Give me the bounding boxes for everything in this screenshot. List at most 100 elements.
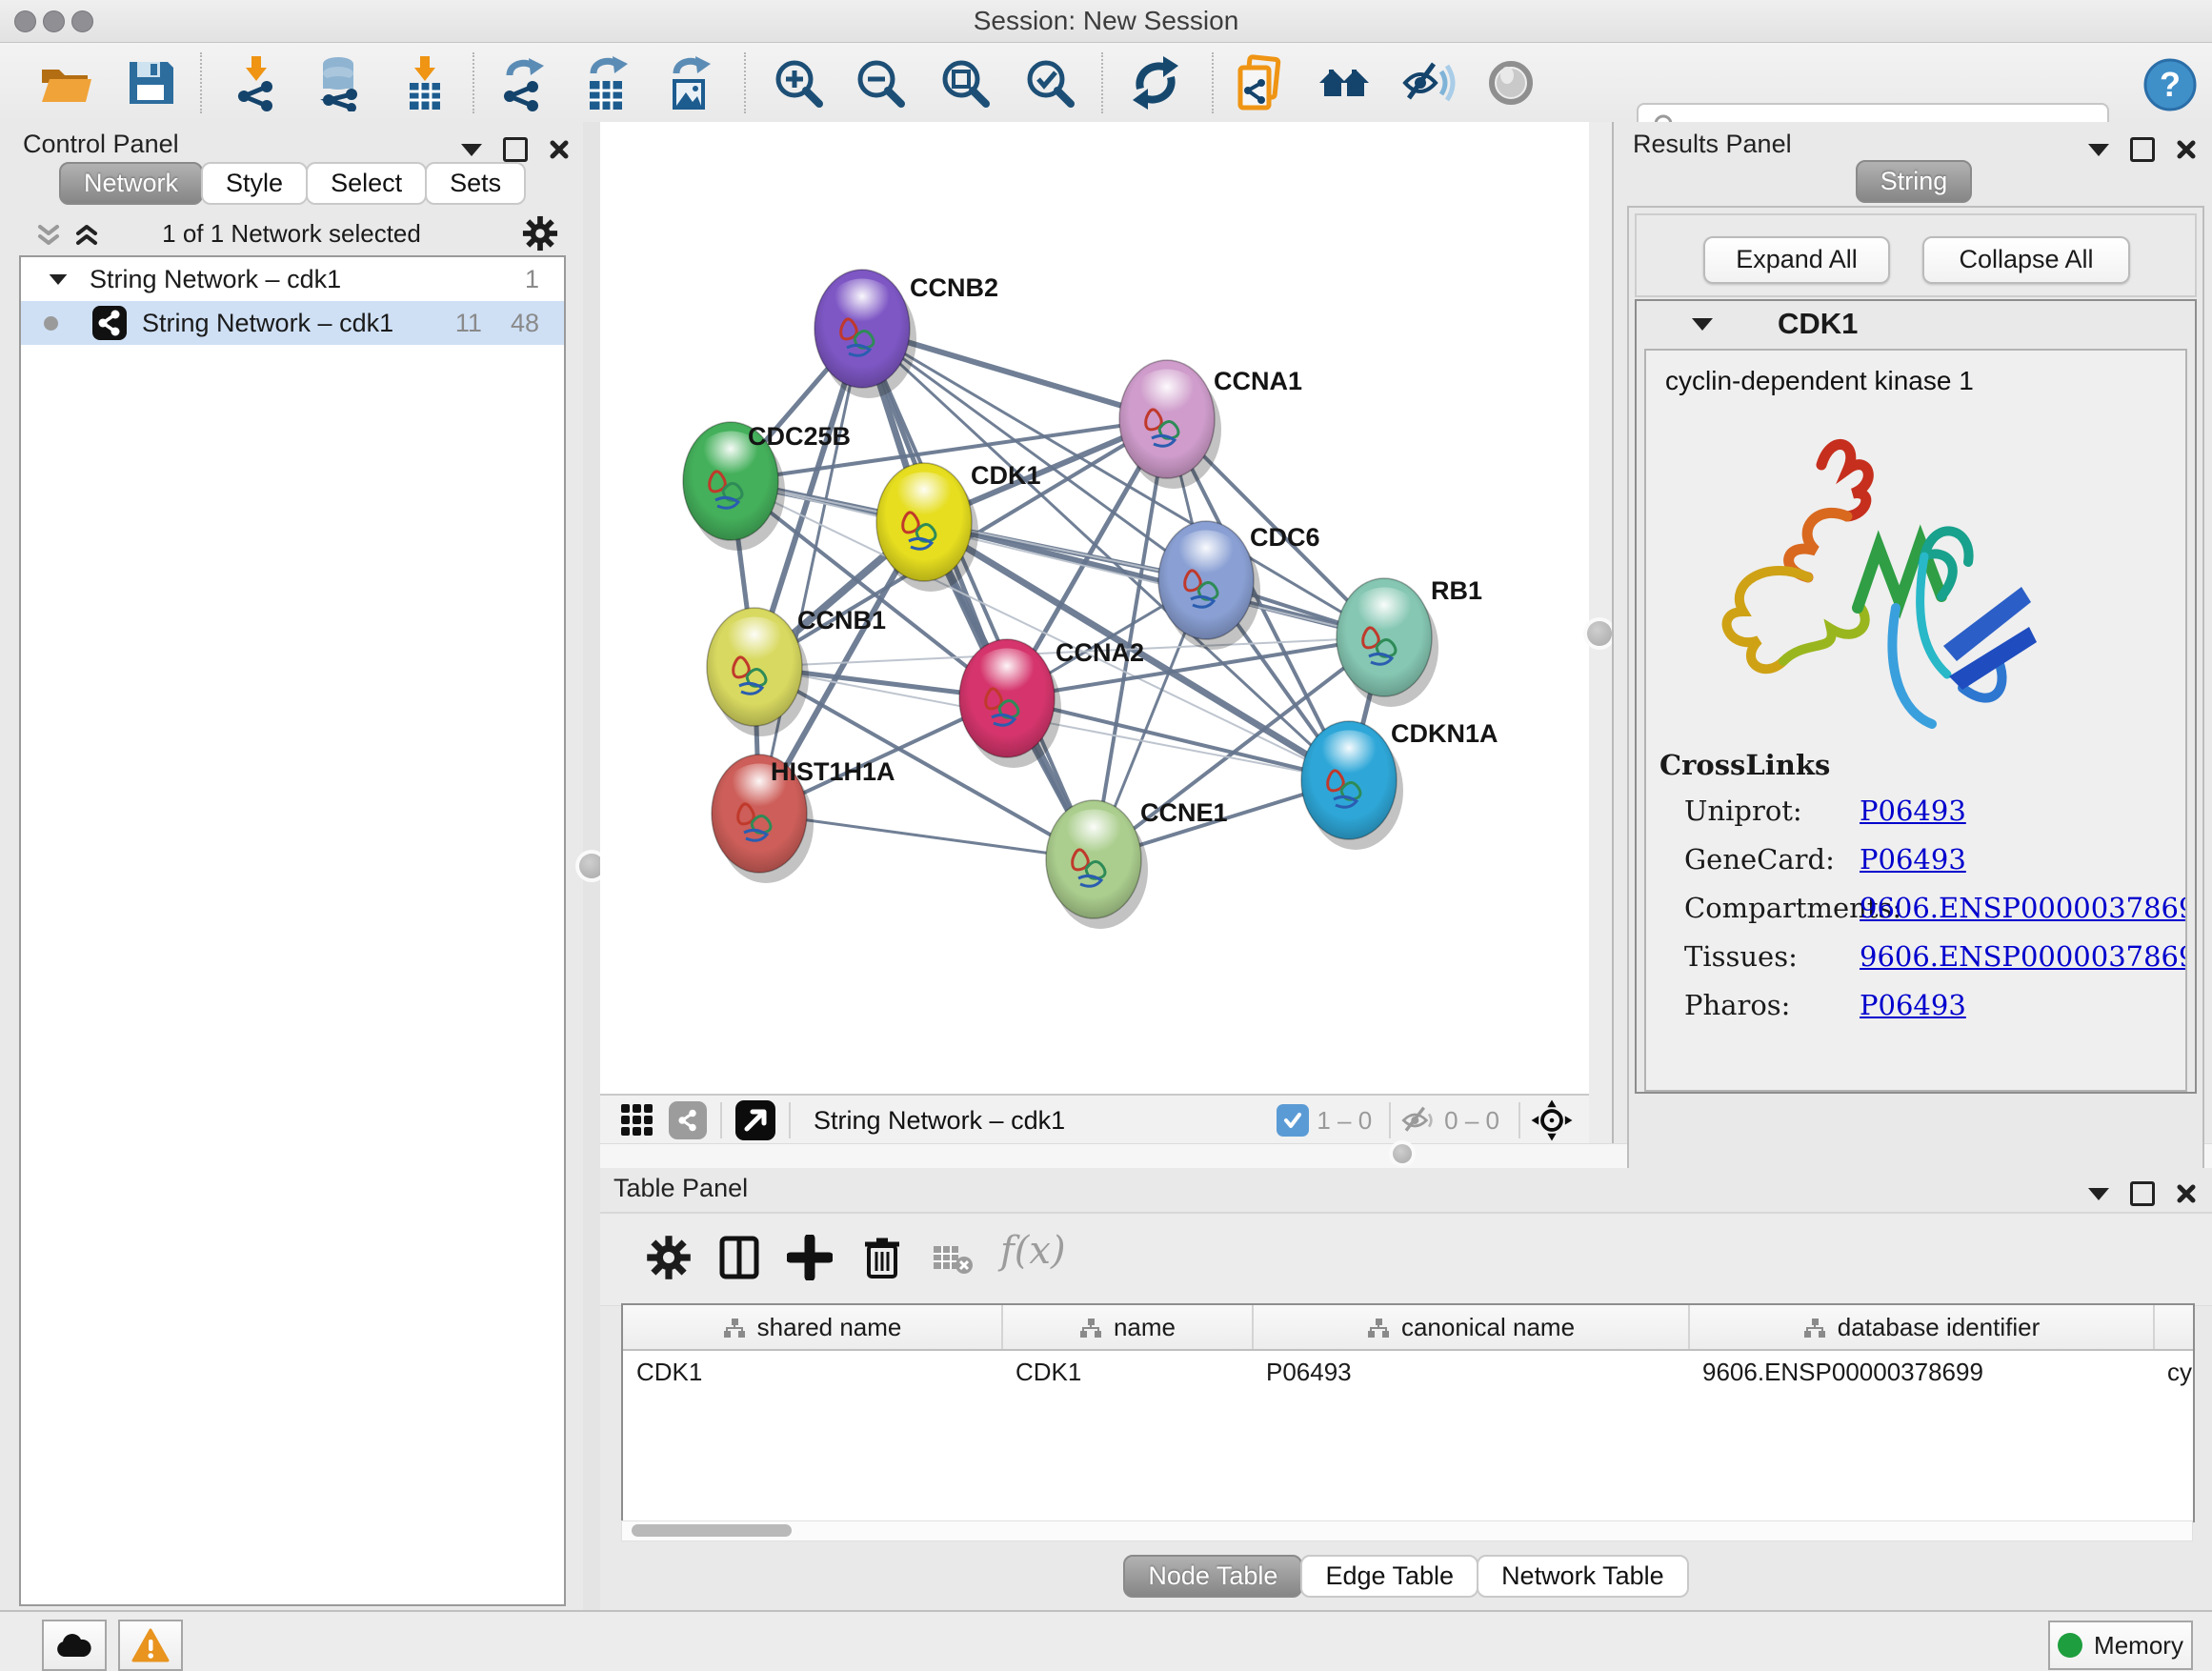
vertical-splitter-left[interactable] <box>583 122 600 1610</box>
tab-edge-table[interactable]: Edge Table <box>1300 1555 1478 1598</box>
export-image-icon[interactable] <box>661 54 718 111</box>
table-cell[interactable]: 9606.ENSP00000378699 <box>1689 1350 2154 1393</box>
tab-network-table[interactable]: Network Table <box>1477 1555 1689 1598</box>
panel-menu-icon[interactable] <box>2088 1188 2109 1200</box>
delete-column-icon[interactable] <box>859 1235 905 1280</box>
tissues-link[interactable]: 9606.ENSP00000378699 <box>1860 940 2187 973</box>
network-edge[interactable] <box>862 329 1094 859</box>
vertical-splitter-right[interactable] <box>1589 122 1612 1143</box>
save-session-icon[interactable] <box>122 54 179 111</box>
network-row-label: String Network – cdk1 <box>142 309 393 338</box>
panel-close-icon[interactable] <box>2176 1183 2197 1204</box>
zoom-selected-icon[interactable] <box>1021 54 1078 111</box>
network-node-CCNA2[interactable] <box>959 639 1061 768</box>
selected-checkbox-icon[interactable] <box>1277 1104 1309 1137</box>
preview-sphere-icon[interactable] <box>1482 54 1539 111</box>
export-table-icon[interactable] <box>578 54 635 111</box>
delete-table-icon[interactable] <box>932 1242 974 1277</box>
network-row[interactable]: String Network – cdk1 11 48 <box>21 301 564 345</box>
column-header-description[interactable]: description <box>2154 1305 2195 1350</box>
create-column-icon[interactable] <box>787 1235 833 1280</box>
hide-unhide-icon[interactable] <box>1399 54 1457 111</box>
collapse-all-button[interactable]: Collapse All <box>1922 236 2130 284</box>
gene-results-box: CDK1 cyclin-dependent kinase 1 <box>1635 299 2197 1094</box>
table-cell[interactable]: cyclin-dependent ... <box>2154 1350 2195 1393</box>
network-node-CCNA1[interactable] <box>1119 360 1221 489</box>
tree-expander-icon[interactable] <box>50 273 68 284</box>
tab-node-table[interactable]: Node Table <box>1123 1555 1302 1598</box>
cloud-status-button[interactable] <box>42 1620 107 1671</box>
network-node-CDKN1A[interactable] <box>1301 721 1403 850</box>
network-node-RB1[interactable] <box>1337 578 1438 707</box>
splitter-thumb[interactable] <box>1587 621 1612 646</box>
uniprot-link[interactable]: P06493 <box>1860 795 1966 827</box>
toolbar-separator <box>744 52 746 113</box>
zoom-in-icon[interactable] <box>770 54 827 111</box>
column-header-name[interactable]: name <box>1002 1305 1253 1350</box>
pharos-link[interactable]: P06493 <box>1860 989 1966 1021</box>
warnings-button[interactable] <box>118 1620 183 1671</box>
string-home-icon[interactable] <box>1316 54 1373 111</box>
panel-close-icon[interactable] <box>2176 139 2197 160</box>
compartments-link[interactable]: 9606.ENSP00000378699 <box>1860 892 2187 924</box>
expand-all-button[interactable]: Expand All <box>1703 236 1890 284</box>
panel-menu-icon[interactable] <box>461 144 482 156</box>
panel-float-icon[interactable] <box>2130 1181 2155 1206</box>
scrollbar-thumb[interactable] <box>632 1524 792 1537</box>
hidden-eye-icon[interactable] <box>1398 1101 1437 1139</box>
gene-details: cyclin-dependent kinase 1 <box>1644 349 2187 1092</box>
table-horizontal-scrollbar[interactable] <box>621 1520 2193 1541</box>
network-canvas[interactable]: CCNB2CCNA1CDC25BCDK1CDC6RB1CCNB1CCNA2CDK… <box>600 122 1589 1094</box>
network-node-CCNB2[interactable] <box>814 270 916 398</box>
splitter-thumb[interactable] <box>1393 1144 1412 1163</box>
gene-header-row[interactable]: CDK1 <box>1637 301 2195 347</box>
apply-layout-icon[interactable] <box>1127 54 1184 111</box>
window-title: Session: New Session <box>0 6 2212 36</box>
network-state-dot-icon <box>44 316 58 331</box>
panel-float-icon[interactable] <box>2130 137 2155 162</box>
network-node-CCNE1[interactable] <box>1046 800 1148 929</box>
gene-expander-icon[interactable] <box>1692 318 1713 331</box>
show-columns-icon[interactable] <box>716 1235 762 1280</box>
column-header-shared-name[interactable]: shared name <box>623 1305 1002 1350</box>
network-share-view-icon[interactable] <box>669 1101 707 1139</box>
tab-select[interactable]: Select <box>306 162 427 205</box>
network-node-CDC6[interactable] <box>1158 521 1260 650</box>
table-cell[interactable]: P06493 <box>1253 1350 1689 1393</box>
memory-button[interactable]: Memory <box>2048 1621 2193 1670</box>
fit-content-crosshair-icon[interactable] <box>1530 1098 1574 1142</box>
tab-string[interactable]: String <box>1856 160 1973 203</box>
tab-sets[interactable]: Sets <box>425 162 526 205</box>
import-network-database-icon[interactable] <box>310 54 367 111</box>
network-node-CCNB1[interactable] <box>707 608 809 736</box>
clone-network-icon[interactable] <box>1231 54 1288 111</box>
panel-menu-icon[interactable] <box>2088 144 2109 156</box>
open-session-icon[interactable] <box>36 54 93 111</box>
export-network-icon[interactable] <box>496 54 553 111</box>
network-collection-row[interactable]: String Network – cdk1 1 <box>21 257 564 301</box>
column-header-canonical-name[interactable]: canonical name <box>1253 1305 1689 1350</box>
cytoscape-window: Session: New Session <box>0 0 2212 1671</box>
import-network-file-icon[interactable] <box>229 54 286 111</box>
show-grid-icon[interactable] <box>619 1102 655 1138</box>
table-cell[interactable]: CDK1 <box>1002 1350 1253 1393</box>
genecard-link[interactable]: P06493 <box>1860 843 1966 876</box>
network-selector-row: 1 of 1 Network selected <box>0 213 583 255</box>
zoom-fit-icon[interactable] <box>936 54 994 111</box>
birds-eye-view-icon[interactable] <box>735 1100 775 1140</box>
table-cell[interactable]: CDK1 <box>623 1350 1002 1393</box>
column-header-database-identifier[interactable]: database identifier <box>1689 1305 2154 1350</box>
zoom-out-icon[interactable] <box>852 54 909 111</box>
help-icon[interactable]: ? <box>2142 56 2199 113</box>
import-table-icon[interactable] <box>396 54 453 111</box>
tab-style[interactable]: Style <box>201 162 308 205</box>
panel-close-icon[interactable] <box>549 139 570 160</box>
selected-counts: 1 – 0 <box>1317 1106 1372 1136</box>
crosslink-label: Compartments: <box>1684 892 1860 924</box>
table-options-gear-icon[interactable] <box>646 1235 692 1280</box>
tab-network[interactable]: Network <box>59 162 203 205</box>
network-node-CDK1[interactable] <box>876 463 978 592</box>
panel-float-icon[interactable] <box>503 137 528 162</box>
table-row[interactable]: CDK1CDK1P064939606.ENSP00000378699cyclin… <box>623 1350 2195 1393</box>
network-options-gear-icon[interactable] <box>522 215 558 252</box>
